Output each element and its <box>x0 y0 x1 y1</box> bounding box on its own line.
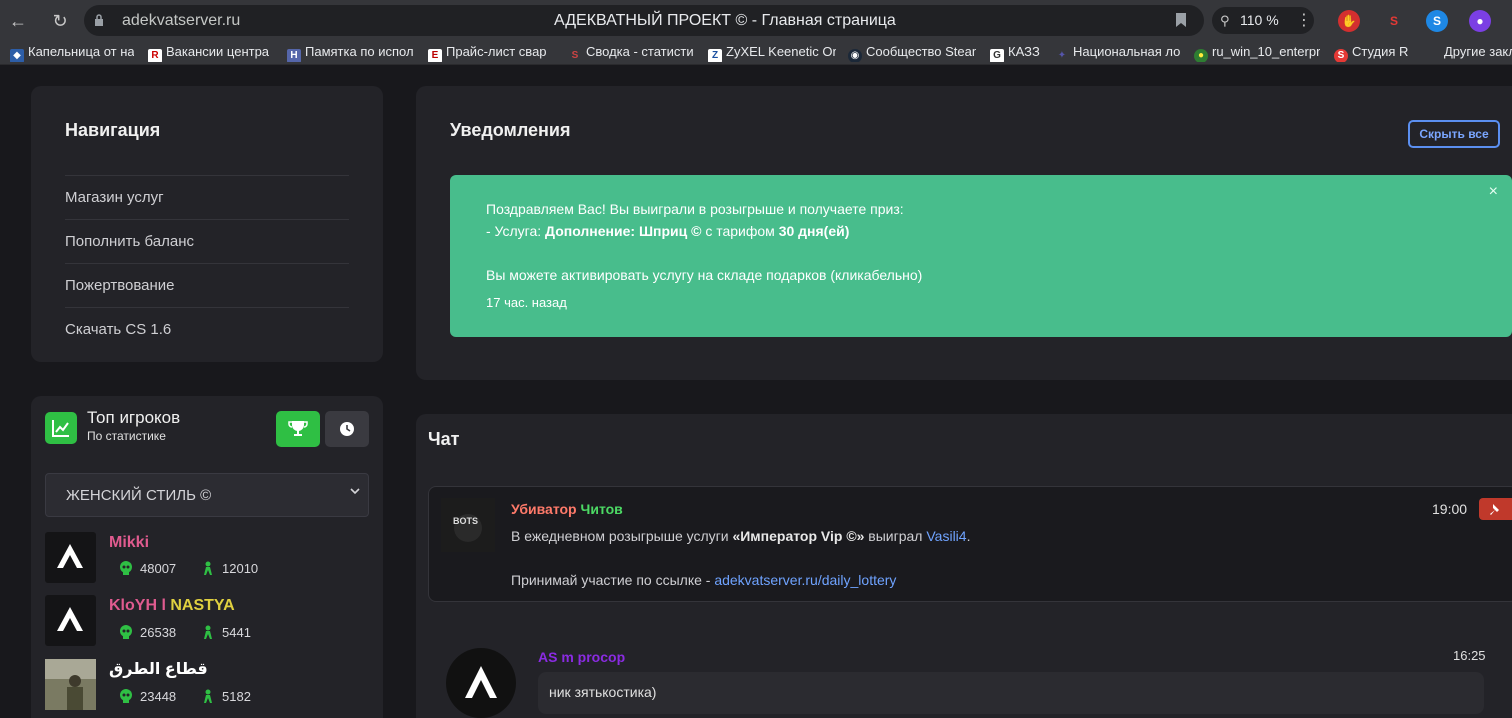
player-figure-icon <box>204 625 212 639</box>
time-tab[interactable] <box>325 411 369 447</box>
divider <box>65 219 349 220</box>
bookmark-item[interactable]: ● ru_win_10_enterpr <box>1194 44 1320 62</box>
chat-text: В ежедневном розыгрыше услуги «Император… <box>511 528 971 544</box>
clock-icon <box>340 422 354 436</box>
zoom-indicator[interactable]: ⚲ 110 % ⋮ <box>1212 7 1314 34</box>
top-players-title: Топ игроков <box>87 408 181 427</box>
trophy-tab[interactable] <box>276 411 320 447</box>
more-icon[interactable]: ⋮ <box>1296 10 1312 30</box>
player-name[interactable]: قطاع الطرق <box>109 659 208 679</box>
avatar[interactable] <box>446 648 516 718</box>
top-players-subtitle: По статистике <box>87 429 166 443</box>
chat-time: 16:25 <box>1453 648 1486 663</box>
browser-toolbar: ← ↻ adekvatserver.ru АДЕКВАТНЫЙ ПРОЕКТ ©… <box>0 0 1512 41</box>
player-kills: 26538 <box>140 625 177 640</box>
player-name[interactable]: Mikki <box>109 534 149 552</box>
bookmark-item[interactable]: ◆ Капельница от на <box>10 44 134 62</box>
lottery-link[interactable]: adekvatserver.ru/daily_lottery <box>714 572 896 588</box>
notification-activate-link[interactable]: Вы можете активировать услугу на складе … <box>486 267 922 283</box>
notification-time: 17 час. назад <box>486 295 567 310</box>
bookmark-item[interactable]: Z ZyXEL Keenetic Om <box>708 44 836 62</box>
avatar[interactable]: BOTS <box>441 498 495 552</box>
divider <box>65 175 349 176</box>
chat-bubble: ник зятькостика) <box>538 672 1484 714</box>
prize-notification[interactable]: × Поздравляем Вас! Вы выиграли в розыгры… <box>450 175 1512 337</box>
ai-extension-icon[interactable]: ● <box>1469 10 1491 32</box>
pin-icon <box>1490 504 1499 515</box>
chat-author[interactable]: Убиватор Читов <box>511 501 623 517</box>
lock-icon <box>95 14 103 26</box>
nav-item-shop[interactable]: Магазин услуг <box>65 189 164 206</box>
player-figure-icon <box>204 689 212 703</box>
chart-icon <box>45 412 77 444</box>
nav-item-donation[interactable]: Пожертвование <box>65 277 175 294</box>
player-kills: 23448 <box>140 689 177 704</box>
bot-avatar-label: BOTS <box>453 516 479 526</box>
notification-line: Поздравляем Вас! Вы выиграли в розыгрыше… <box>486 201 904 217</box>
divider <box>65 263 349 264</box>
notifications-title: Уведомления <box>450 120 571 140</box>
player-score: 12010 <box>222 561 259 576</box>
reload-icon[interactable]: ↻ <box>48 9 72 33</box>
bookmarks-bar: ◆ Капельница от на R Вакансии центра H Памя… <box>0 41 1512 65</box>
zoom-icon: ⚲ <box>1220 13 1230 28</box>
avatar[interactable] <box>45 595 96 646</box>
zoom-level: 110 % <box>1240 12 1279 28</box>
top-players-panel: Топ игроков По статистике ЖЕНСКИЙ СТИЛЬ … <box>31 396 383 718</box>
shazam-extension-icon[interactable]: S <box>1426 10 1448 32</box>
bookmark-item[interactable]: H Памятка по испол <box>287 44 417 62</box>
notifications-panel: Уведомления Скрыть все × Поздравляем Вас… <box>416 86 1512 380</box>
chevron-down-icon <box>350 488 360 495</box>
bookmark-item[interactable]: S Студия R <box>1334 44 1430 62</box>
avatar[interactable] <box>45 532 96 583</box>
url-text: adekvatserver.ru <box>122 12 241 29</box>
other-bookmarks[interactable]: Другие закл <box>1444 44 1512 62</box>
page-title: АДЕКВАТНЫЙ ПРОЕКТ © - Главная страница <box>554 12 896 29</box>
trophy-icon <box>288 421 308 436</box>
chat-text: ник зятькостика) <box>549 684 657 700</box>
nav-item-balance[interactable]: Пополнить баланс <box>65 233 194 250</box>
back-icon[interactable]: ← <box>6 9 30 33</box>
chat-panel: Чат BOTS Убиватор Читов 19:00 В ежедневн… <box>416 414 1512 718</box>
chat-title: Чат <box>428 429 460 449</box>
chat-text: Принимай участие по ссылке - adekvatserv… <box>511 572 897 588</box>
seo-extension-icon[interactable]: S <box>1383 10 1405 32</box>
chat-time: 19:00 <box>1432 501 1468 517</box>
hide-all-button[interactable]: Скрыть все <box>1408 120 1500 148</box>
divider <box>65 307 349 308</box>
player-score: 5441 <box>222 625 251 640</box>
server-select[interactable]: ЖЕНСКИЙ СТИЛЬ © <box>45 473 369 517</box>
bookmark-item[interactable]: G КАЗЗ <box>990 44 1048 62</box>
bookmark-item[interactable]: ◉ Сообщество Steam <box>848 44 976 62</box>
skull-icon <box>120 561 132 575</box>
adblock-extension-icon[interactable]: ✋ <box>1338 10 1360 32</box>
player-kills: 48007 <box>140 561 177 576</box>
nav-item-download[interactable]: Скачать CS 1.6 <box>65 321 171 338</box>
chat-author[interactable]: AS m procop <box>538 649 625 665</box>
skull-icon <box>120 625 132 639</box>
chat-message: BOTS Убиватор Читов 19:00 В ежедневном р… <box>428 486 1512 602</box>
close-icon[interactable]: × <box>1489 183 1498 201</box>
skull-icon <box>120 689 132 703</box>
bookmark-item[interactable]: E Прайс-лист свар <box>428 44 554 62</box>
winner-link[interactable]: Vasili4 <box>926 528 966 544</box>
pin-button[interactable] <box>1479 498 1512 520</box>
bookmark-star-icon[interactable] <box>1174 12 1188 28</box>
avatar[interactable] <box>45 659 96 710</box>
address-bar[interactable]: adekvatserver.ru АДЕКВАТНЫЙ ПРОЕКТ © - Г… <box>84 5 1204 36</box>
player-name[interactable]: KloYH l NASTYA <box>109 597 235 615</box>
player-figure-icon <box>204 561 212 575</box>
bookmark-item[interactable]: S Сводка - статисти <box>568 44 696 62</box>
notification-service-line: - Услуга: Дополнение: Шприц © с тарифом … <box>486 223 850 239</box>
bookmark-item[interactable]: ✦ Национальная ло <box>1055 44 1180 62</box>
navigation-panel: Навигация Магазин услуг Пополнить баланс… <box>31 86 383 362</box>
navigation-title: Навигация <box>65 120 161 140</box>
bookmark-item[interactable]: R Вакансии центра <box>148 44 272 62</box>
player-score: 5182 <box>222 689 251 704</box>
